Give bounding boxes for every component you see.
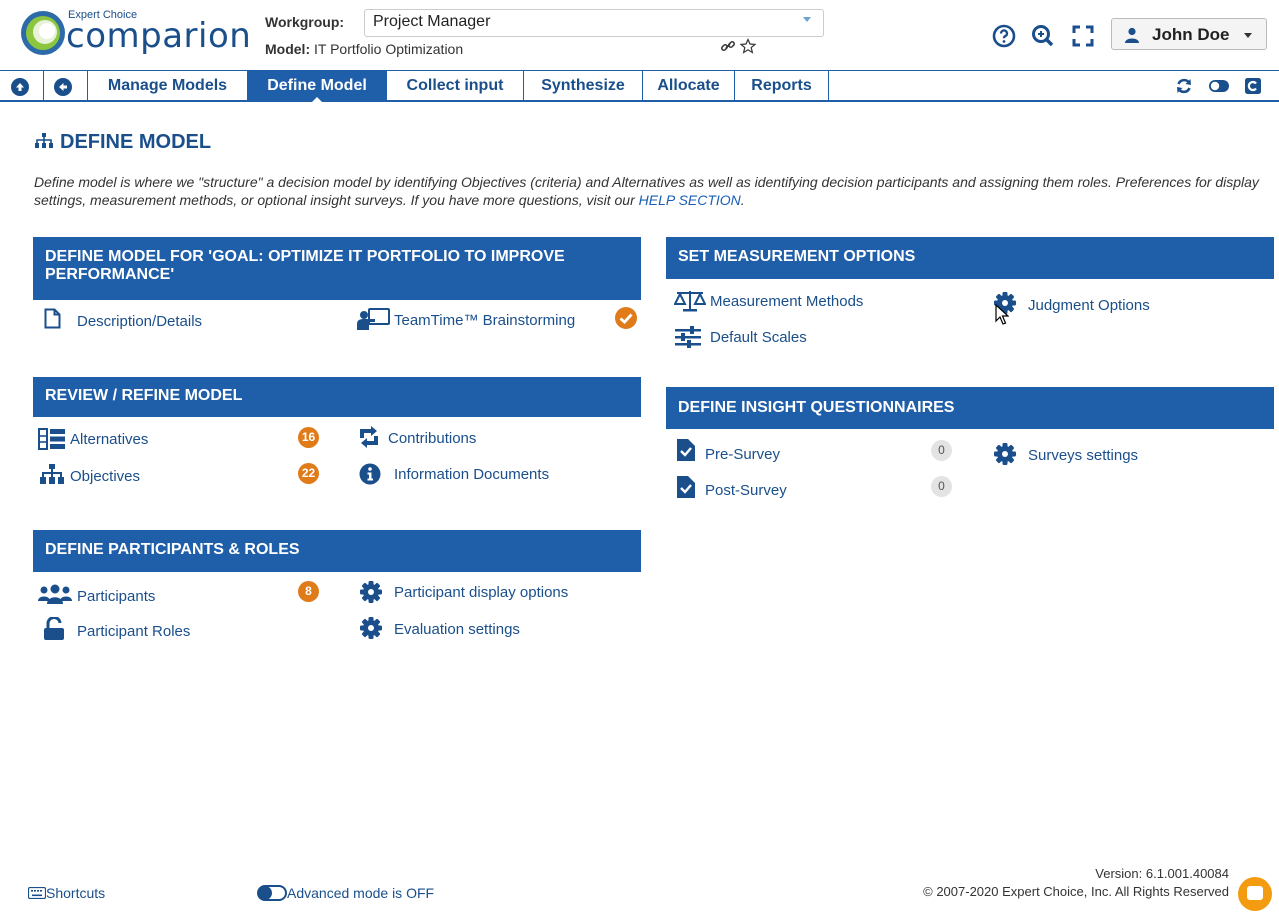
tab-allocate[interactable]: Allocate [643,71,735,101]
objectives-hierarchy-icon [40,464,64,484]
copyright-text: © 2007-2020 Expert Choice, Inc. All Righ… [923,884,1229,899]
measurement-options-heading: SET MEASUREMENT OPTIONS [666,237,1274,279]
teamtime-brainstorming-link[interactable]: TeamTime™ Brainstorming [394,312,575,329]
arrow-left-icon[interactable] [54,78,72,96]
mouse-cursor-icon [995,304,1009,325]
version-text: Version: 6.1.001.40084 [1095,866,1229,881]
participant-display-options-link[interactable]: Participant display options [394,584,568,601]
participants-link[interactable]: Participants [77,588,155,605]
model-actions [720,38,757,56]
user-name: John Doe [1152,25,1230,44]
balance-scale-icon [674,291,706,312]
help-icon[interactable] [992,24,1016,48]
objectives-link[interactable]: Objectives [70,468,140,485]
file-icon [44,308,61,329]
tab-collect-input[interactable]: Collect input [387,71,524,101]
tab-manage-models[interactable]: Manage Models [88,71,248,101]
check-circle-icon [615,307,637,329]
post-survey-link[interactable]: Post-Survey [705,482,787,499]
comparion-logo[interactable]: Expert Choice comparion [18,6,251,60]
clipboard-icon[interactable] [1244,77,1262,95]
page-title: DEFINE MODEL [34,131,211,154]
logo-swirl-icon [21,11,65,55]
evaluation-settings-link[interactable]: Evaluation settings [394,621,520,638]
refresh-icon[interactable] [1175,77,1193,95]
toggle-off-icon [257,885,287,901]
measurement-methods-link[interactable]: Measurement Methods [710,293,863,310]
model-name: IT Portfolio Optimization [314,41,464,57]
chat-bubble-icon [1247,886,1263,900]
user-menu-button[interactable]: John Doe [1111,18,1267,50]
workgroup-select[interactable]: Project Manager [364,9,824,37]
help-section-link[interactable]: HELP SECTION [639,192,741,208]
intro-end: . [740,192,745,208]
alternatives-list-icon [38,428,65,450]
page-title-text: DEFINE MODEL [60,131,212,153]
shortcuts-button[interactable]: Shortcuts [27,885,106,901]
description-details-link[interactable]: Description/Details [77,313,202,330]
pre-survey-link[interactable]: Pre-Survey [705,446,780,463]
judgment-options-link[interactable]: Judgment Options [1028,297,1150,314]
alternatives-count-badge: 16 [298,427,319,448]
gear-icon [360,581,382,603]
information-documents-link[interactable]: Information Documents [394,466,549,483]
file-check-icon [677,439,695,461]
model-label-key: Model: [265,41,311,57]
gear-icon [360,617,382,639]
toggle-icon[interactable] [1208,77,1230,95]
workgroup-label: Workgroup: [265,14,345,30]
user-icon [1125,27,1139,43]
alternatives-link[interactable]: Alternatives [70,431,148,448]
nav-divider [43,71,44,101]
participant-roles-link[interactable]: Participant Roles [77,623,190,640]
model-label: Model: IT Portfolio Optimization [265,41,463,57]
keyboard-icon [27,886,47,900]
define-goal-heading: DEFINE MODEL FOR 'GOAL: OPTIMIZE IT PORT… [33,237,641,300]
contributions-icon [360,426,378,448]
sitemap-icon [35,133,53,148]
brainstorm-presenter-icon [357,308,390,330]
sliders-icon [675,326,701,348]
default-scales-link[interactable]: Default Scales [710,329,807,346]
participants-roles-heading: DEFINE PARTICIPANTS & ROLES [33,530,641,572]
unlock-icon [44,617,64,640]
chat-support-button[interactable] [1238,877,1272,911]
surveys-settings-link[interactable]: Surveys settings [1028,447,1138,464]
participants-count-badge: 8 [298,581,319,602]
version-info: Version: 6.1.001.40084 © 2007-2020 Exper… [923,865,1229,901]
shortcuts-label: Shortcuts [46,885,106,901]
insight-questionnaires-heading: DEFINE INSIGHT QUESTIONNAIRES [666,387,1274,429]
gear-icon [994,443,1016,465]
post-survey-count-badge: 0 [931,476,952,497]
contributions-link[interactable]: Contributions [388,430,476,447]
users-icon [38,584,72,604]
tab-reports[interactable]: Reports [735,71,829,101]
chevron-down-icon [1244,33,1252,38]
star-icon[interactable] [739,38,757,54]
tab-synthesize[interactable]: Synthesize [524,71,643,101]
main-nav: Manage Models Define Model Collect input… [0,70,1279,103]
fullscreen-icon[interactable] [1071,24,1095,48]
advanced-mode-label: Advanced mode is OFF [287,885,435,901]
info-circle-icon [359,463,381,485]
objectives-count-badge: 22 [298,463,319,484]
review-refine-heading: REVIEW / REFINE MODEL [33,377,641,417]
advanced-mode-toggle[interactable]: Advanced mode is OFF [257,885,434,901]
link-icon[interactable] [720,38,736,54]
app-header: Expert Choice comparion Workgroup: Proje… [0,0,1279,70]
workgroup-value: Project Manager [373,13,491,30]
intro-text: Define model is where we "structure" a d… [34,173,1264,209]
tab-define-model[interactable]: Define Model [248,71,387,103]
chevron-down-icon [803,17,811,22]
search-zoom-icon[interactable] [1031,24,1055,48]
logo-wordmark: comparion [66,16,252,56]
arrow-up-icon[interactable] [11,78,29,96]
file-check-icon [677,476,695,498]
pre-survey-count-badge: 0 [931,440,952,461]
